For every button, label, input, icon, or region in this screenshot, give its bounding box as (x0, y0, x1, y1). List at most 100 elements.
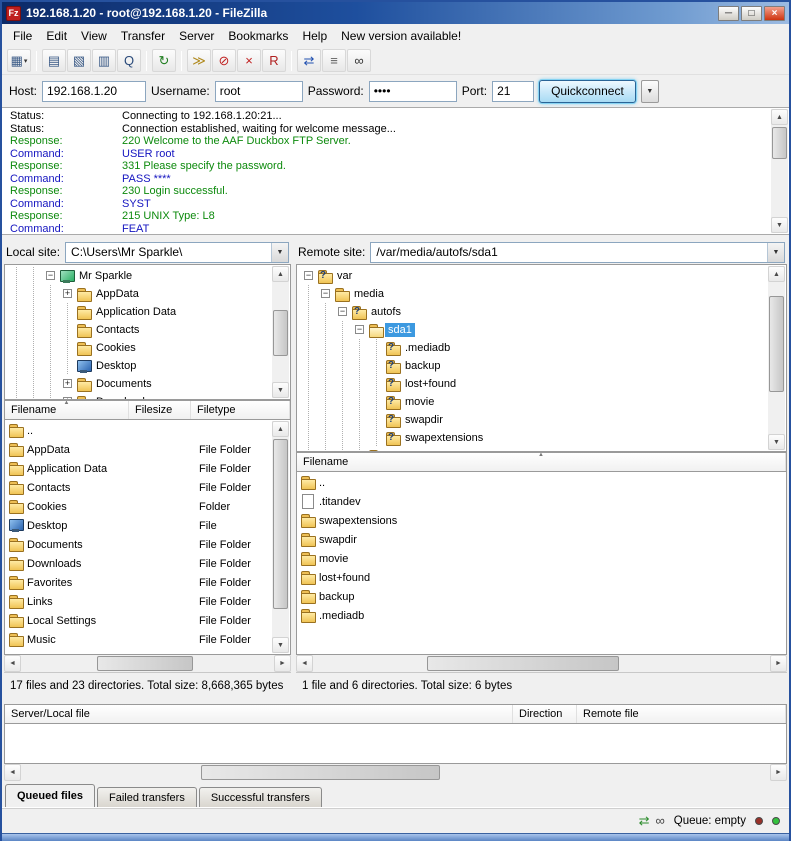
scrollbar-thumb[interactable] (769, 296, 784, 392)
file-row-item[interactable]: .. (5, 421, 290, 440)
message-log-scrollbar[interactable]: ▲▼ (771, 109, 788, 233)
local-site-combobox[interactable]: C:\Users\Mr Sparkle\ ▼ (65, 242, 289, 263)
tree-expander[interactable]: − (317, 285, 334, 303)
tree-expander[interactable]: − (300, 267, 317, 285)
site-manager-button[interactable]: ▦▾ (7, 49, 31, 72)
scrollbar-thumb[interactable] (273, 310, 288, 356)
scroll-right-arrow[interactable]: ► (274, 655, 291, 672)
remote-tree-item-var[interactable]: −?var (300, 267, 768, 285)
tab-queued-files[interactable]: Queued files (5, 784, 95, 807)
password-input[interactable] (369, 81, 457, 102)
toggle-remote-tree-button[interactable]: ▥ (92, 49, 116, 72)
close-button[interactable]: × (764, 6, 785, 21)
scroll-track[interactable] (21, 655, 274, 672)
toggle-local-tree-button[interactable]: ▧ (67, 49, 91, 72)
maximize-button[interactable]: □ (741, 6, 762, 21)
file-row-swapextensions[interactable]: swapextensions (297, 511, 786, 530)
local-tree-scrollbar[interactable]: ▲▼ (272, 266, 289, 398)
column-header-filesize[interactable]: Filesize (129, 401, 191, 419)
port-input[interactable] (492, 81, 534, 102)
file-row-application-data[interactable]: Application DataFile Folder (5, 459, 290, 478)
file-row-downloads[interactable]: DownloadsFile Folder (5, 554, 290, 573)
tree-expander[interactable]: + (59, 285, 76, 303)
file-row-item[interactable]: .. (297, 473, 786, 492)
local-tree-item-application-data[interactable]: Application Data (8, 303, 272, 321)
remote-tree-item-sda1[interactable]: −sda1 (300, 321, 768, 339)
menu-item-help[interactable]: Help (295, 26, 334, 46)
local-tree-item-downloads[interactable]: +Downloads (8, 393, 272, 400)
host-input[interactable] (42, 81, 146, 102)
column-header-remote-file[interactable]: Remote file (577, 705, 786, 723)
remote-tree-item-swapextensions[interactable]: ?swapextensions (300, 429, 768, 447)
scroll-track[interactable] (313, 655, 770, 672)
process-queue-button[interactable]: ≫ (187, 49, 211, 72)
menu-item-edit[interactable]: Edit (39, 26, 74, 46)
remote-tree-item-swapdir[interactable]: ?swapdir (300, 411, 768, 429)
scroll-up-arrow[interactable]: ▲ (771, 109, 788, 125)
scroll-down-arrow[interactable]: ▼ (272, 382, 289, 398)
remote-tree-item-backup[interactable]: ?backup (300, 357, 768, 375)
scroll-track[interactable] (272, 282, 289, 382)
file-row-documents[interactable]: DocumentsFile Folder (5, 535, 290, 554)
scroll-track[interactable] (768, 282, 785, 434)
local-file-list-scrollbar[interactable]: ▲▼ (272, 421, 289, 653)
local-tree-item-mr-sparkle[interactable]: −Mr Sparkle (8, 267, 272, 285)
username-input[interactable] (215, 81, 303, 102)
column-header-server-local-file[interactable]: Server/Local file (5, 705, 513, 723)
remote-tree-scrollbar[interactable]: ▲▼ (768, 266, 785, 450)
scrollbar-thumb[interactable] (273, 439, 288, 609)
tree-expander[interactable]: + (59, 393, 76, 400)
scroll-left-arrow[interactable]: ◄ (4, 655, 21, 672)
scroll-down-arrow[interactable]: ▼ (272, 637, 289, 653)
directory-comparison-button[interactable]: ≡ (322, 49, 346, 72)
column-header-filename[interactable]: Filename▲ (297, 453, 786, 471)
quickconnect-dropdown-button[interactable]: ▼ (641, 80, 659, 103)
local-tree-item-desktop[interactable]: Desktop (8, 357, 272, 375)
local-horizontal-scrollbar[interactable]: ◄► (4, 655, 291, 672)
scrollbar-thumb[interactable] (97, 656, 193, 671)
queue-horizontal-scrollbar[interactable]: ◄► (4, 764, 787, 781)
local-tree-item-contacts[interactable]: Contacts (8, 321, 272, 339)
tree-expander[interactable]: − (334, 303, 351, 321)
menu-item-view[interactable]: View (74, 26, 114, 46)
scroll-track[interactable] (21, 764, 770, 781)
column-header-direction[interactable]: Direction (513, 705, 577, 723)
local-tree-item-cookies[interactable]: Cookies (8, 339, 272, 357)
disconnect-button[interactable]: × (237, 49, 261, 72)
file-row-cookies[interactable]: CookiesFolder (5, 497, 290, 516)
file-row-mediadb[interactable]: .mediadb (297, 606, 786, 625)
tree-expander[interactable]: + (59, 375, 76, 393)
refresh-button[interactable]: ↻ (152, 49, 176, 72)
scroll-up-arrow[interactable]: ▲ (768, 266, 785, 282)
toggle-message-log-button[interactable]: ▤ (42, 49, 66, 72)
cancel-button[interactable]: ⊘ (212, 49, 236, 72)
file-row-titandev[interactable]: .titandev (297, 492, 786, 511)
file-row-local-settings[interactable]: Local SettingsFile Folder (5, 611, 290, 630)
scroll-right-arrow[interactable]: ► (770, 764, 787, 781)
file-row-desktop[interactable]: DesktopFile (5, 516, 290, 535)
tab-successful-transfers[interactable]: Successful transfers (199, 787, 322, 807)
synchronized-browsing-button[interactable]: ⇄ (297, 49, 321, 72)
reconnect-button[interactable]: R (262, 49, 286, 72)
file-row-lost-found[interactable]: lost+found (297, 568, 786, 587)
menu-item-bookmarks[interactable]: Bookmarks (221, 26, 295, 46)
menu-item-new-version-available[interactable]: New version available! (334, 26, 468, 46)
scroll-track[interactable] (771, 125, 788, 217)
tree-expander[interactable]: − (351, 321, 368, 339)
file-row-swapdir[interactable]: swapdir (297, 530, 786, 549)
file-row-music[interactable]: MusicFile Folder (5, 630, 290, 649)
menu-item-server[interactable]: Server (172, 26, 221, 46)
file-row-backup[interactable]: backup (297, 587, 786, 606)
scroll-down-arrow[interactable]: ▼ (771, 217, 788, 233)
column-header-filetype[interactable]: Filetype (191, 401, 290, 419)
remote-site-combobox[interactable]: /var/media/autofs/sda1 ▼ (370, 242, 785, 263)
scroll-left-arrow[interactable]: ◄ (296, 655, 313, 672)
scroll-down-arrow[interactable]: ▼ (768, 434, 785, 450)
remote-tree-item-lost-found[interactable]: ?lost+found (300, 375, 768, 393)
local-tree-item-appdata[interactable]: +AppData (8, 285, 272, 303)
file-row-favorites[interactable]: FavoritesFile Folder (5, 573, 290, 592)
local-tree-item-documents[interactable]: +Documents (8, 375, 272, 393)
scroll-track[interactable] (272, 437, 289, 637)
title-bar[interactable]: Fz 192.168.1.20 - root@192.168.1.20 - Fi… (2, 2, 789, 24)
remote-tree-item-media[interactable]: −media (300, 285, 768, 303)
